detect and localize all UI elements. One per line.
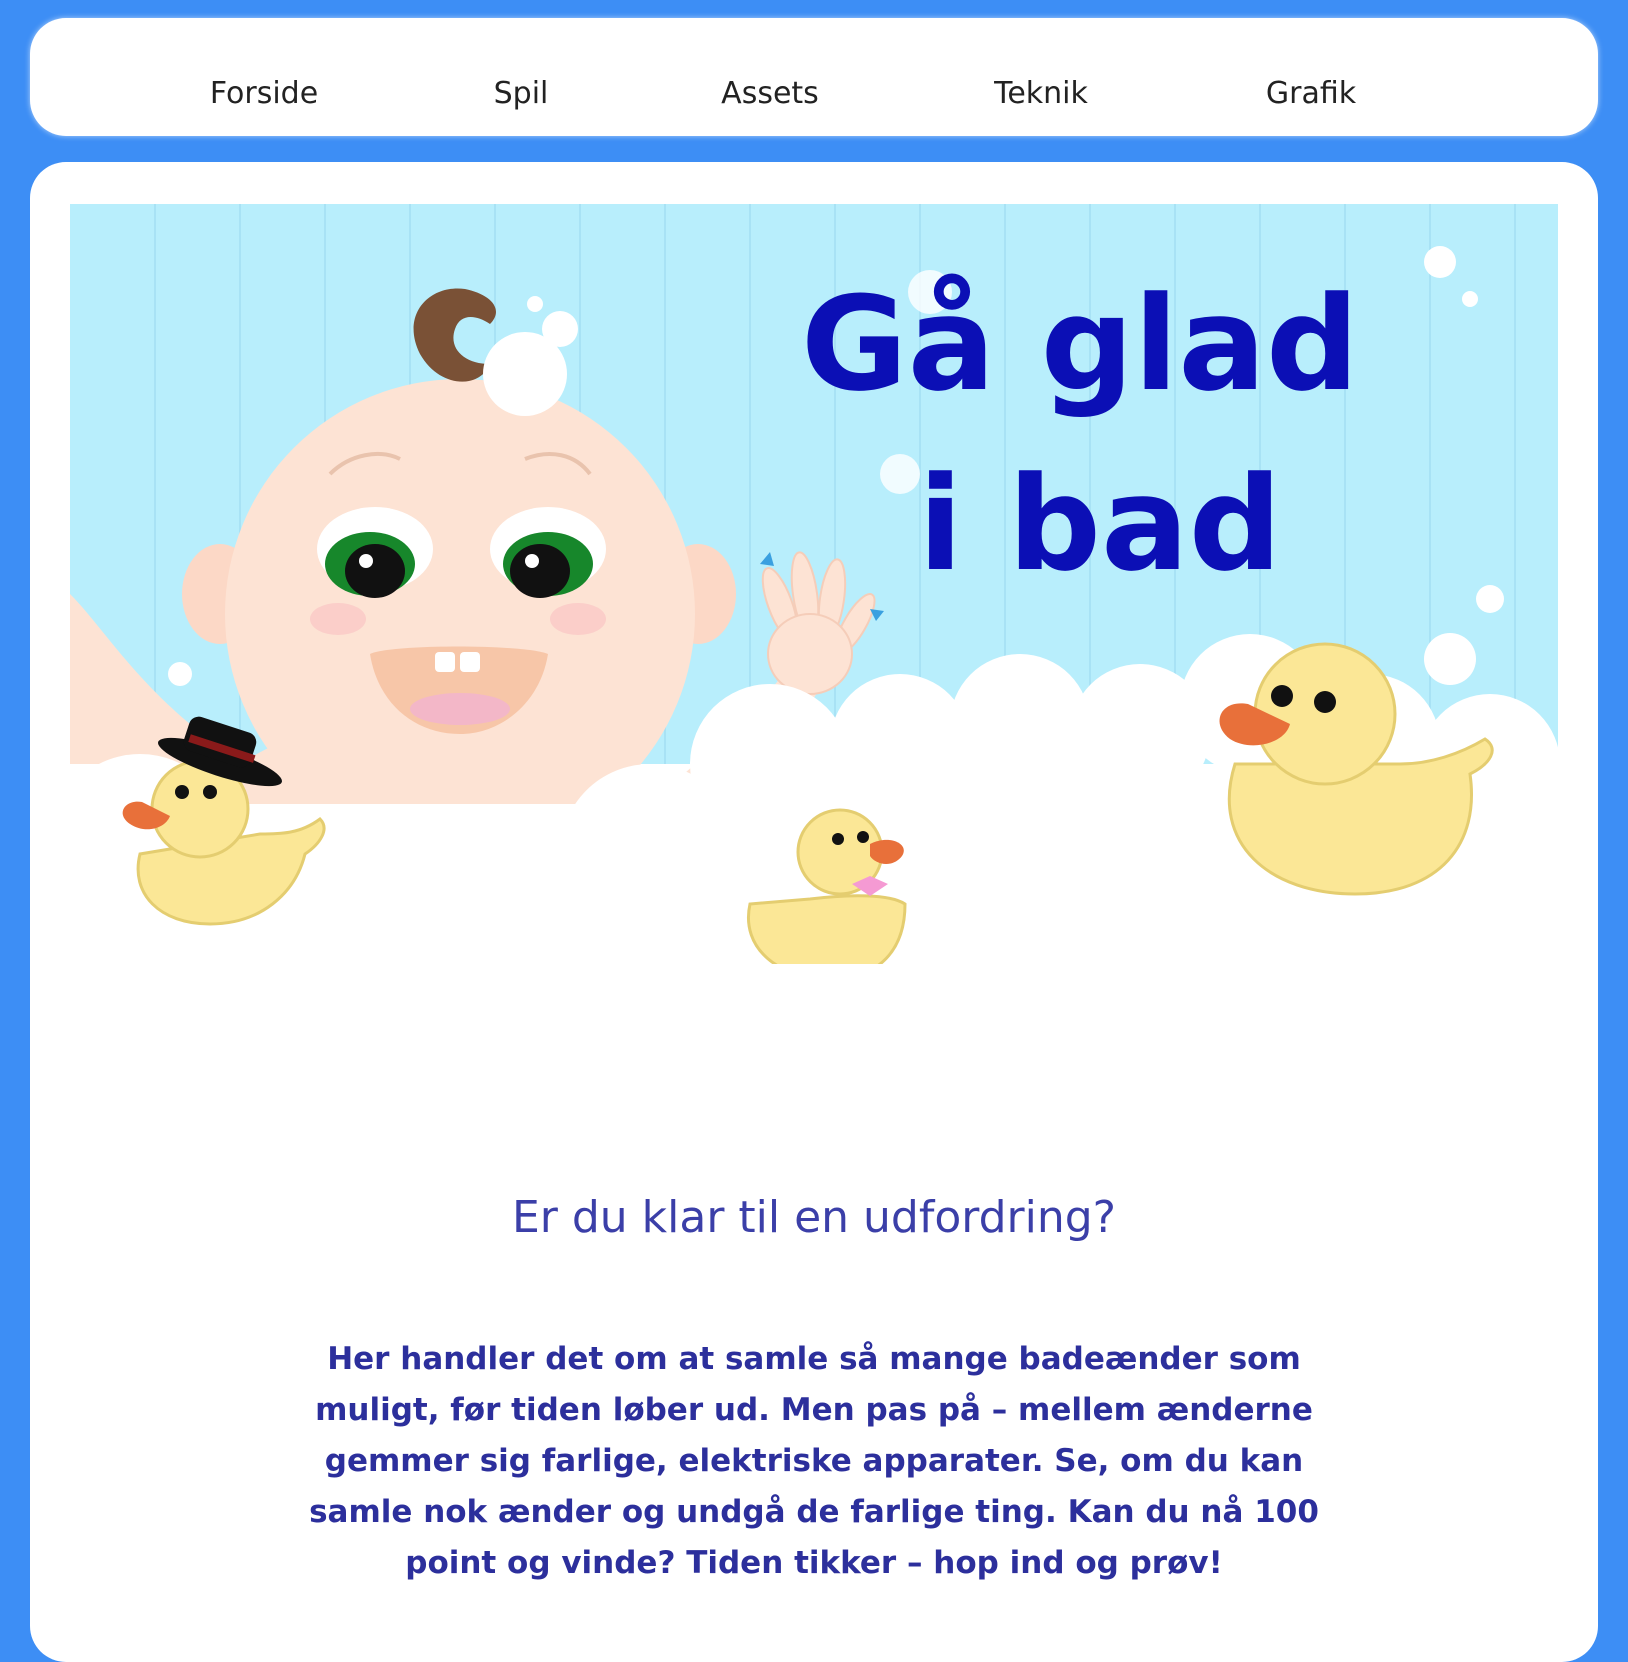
page-heading: Er du klar til en udfordring? xyxy=(511,1192,1116,1243)
nav-bar: Forside Spil Assets Teknik Grafik xyxy=(30,18,1598,136)
intro-paragraph: Her handler det om at samle så mange bad… xyxy=(309,1341,1319,1581)
hero-illustration: Gå glad i bad xyxy=(70,204,1558,964)
nav-item-teknik[interactable]: Teknik xyxy=(994,76,1088,111)
nav-item-assets[interactable]: Assets xyxy=(721,76,819,111)
nav-item-forside[interactable]: Forside xyxy=(210,76,318,111)
hero-title-line1: Gå glad xyxy=(801,268,1359,420)
nav-item-grafik[interactable]: Grafik xyxy=(1266,76,1356,111)
hero-title-line2: i bad xyxy=(918,448,1282,600)
nav-item-spil[interactable]: Spil xyxy=(494,76,549,111)
main-content: Gå glad i bad Er du klar til en udfordri… xyxy=(30,162,1598,1662)
hero-banner: Gå glad i bad xyxy=(70,204,1558,964)
